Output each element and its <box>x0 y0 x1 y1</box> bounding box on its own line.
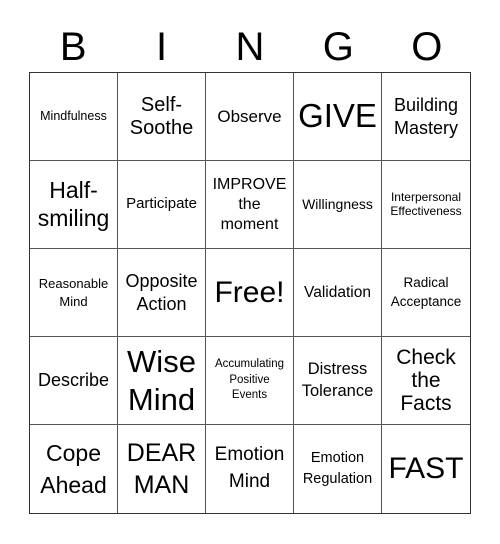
bingo-cell[interactable]: IMPROVE the moment <box>206 161 294 249</box>
cell-text: Check the Facts <box>396 345 456 416</box>
cell-text: Interpersonal Effectiveness <box>390 189 462 218</box>
header-letter-i: I <box>156 25 168 69</box>
cell-text: Describe <box>37 370 110 391</box>
bingo-header: B I N G O <box>29 22 471 72</box>
bingo-cell[interactable]: Describe <box>30 337 118 425</box>
cell-text: Half-smiling <box>37 176 110 231</box>
bingo-cell[interactable]: Observe <box>206 73 294 161</box>
cell-text: FAST <box>388 452 464 486</box>
free-space[interactable]: Free! <box>206 249 294 337</box>
bingo-cell[interactable]: Willingness <box>294 161 382 249</box>
bingo-board: Mindfulness Self- Soothe Observe GIVE Bui… <box>29 72 471 514</box>
header-letter-b: B <box>59 25 87 69</box>
bingo-cell[interactable]: Validation <box>294 249 382 337</box>
bingo-cell[interactable]: Distress Tolerance <box>294 337 382 425</box>
bingo-cell[interactable]: Wise Mind <box>118 337 206 425</box>
bingo-cell[interactable]: FAST <box>382 425 470 513</box>
cell-text: Radical Acceptance <box>390 275 462 309</box>
cell-text: Reasonable Mind <box>38 275 109 309</box>
cell-text: Distress Tolerance <box>301 360 374 400</box>
bingo-cell[interactable]: Check the Facts <box>382 337 470 425</box>
cell-text: Willingness <box>302 195 373 212</box>
bingo-cell[interactable]: Building Mastery <box>382 73 470 161</box>
bingo-cell[interactable]: Emotion Mind <box>206 425 294 513</box>
cell-text: GIVE <box>298 97 377 135</box>
bingo-cell[interactable]: Cope Ahead <box>30 425 118 513</box>
header-letter-g: G <box>322 25 354 69</box>
cell-text: IMPROVE the moment <box>212 175 287 233</box>
cell-text: Validation <box>304 283 371 301</box>
cell-text: Self- Soothe <box>129 93 194 139</box>
bingo-cell[interactable]: Emotion Regulation <box>294 425 382 513</box>
bingo-cell[interactable]: Interpersonal Effectiveness <box>382 161 470 249</box>
cell-text: Emotion Mind <box>214 444 285 492</box>
cell-text: Accumulating Positive Events <box>214 358 285 402</box>
cell-text: Emotion Regulation <box>302 449 373 487</box>
cell-text: Building Mastery <box>393 95 459 138</box>
cell-text: Participate <box>126 195 197 213</box>
cell-text: Mindfulness <box>40 109 107 124</box>
bingo-cell[interactable]: GIVE <box>294 73 382 161</box>
header-letter-o: O <box>411 25 443 69</box>
cell-text: Observe <box>217 106 282 126</box>
cell-text: Opposite Action <box>125 271 198 314</box>
bingo-cell[interactable]: Mindfulness <box>30 73 118 161</box>
bingo-cell[interactable]: Half-smiling <box>30 161 118 249</box>
cell-text: Cope Ahead <box>40 439 107 498</box>
cell-text: Wise Mind <box>127 344 196 417</box>
bingo-cell[interactable]: Self- Soothe <box>118 73 206 161</box>
bingo-cell[interactable]: DEAR MAN <box>118 425 206 513</box>
cell-text: Free! <box>214 275 285 309</box>
bingo-cell[interactable]: Reasonable Mind <box>30 249 118 337</box>
header-letter-n: N <box>235 25 265 69</box>
bingo-cell[interactable]: Participate <box>118 161 206 249</box>
bingo-cell[interactable]: Accumulating Positive Events <box>206 337 294 425</box>
bingo-cell[interactable]: Radical Acceptance <box>382 249 470 337</box>
cell-text: DEAR MAN <box>126 438 197 500</box>
bingo-cell[interactable]: Opposite Action <box>118 249 206 337</box>
